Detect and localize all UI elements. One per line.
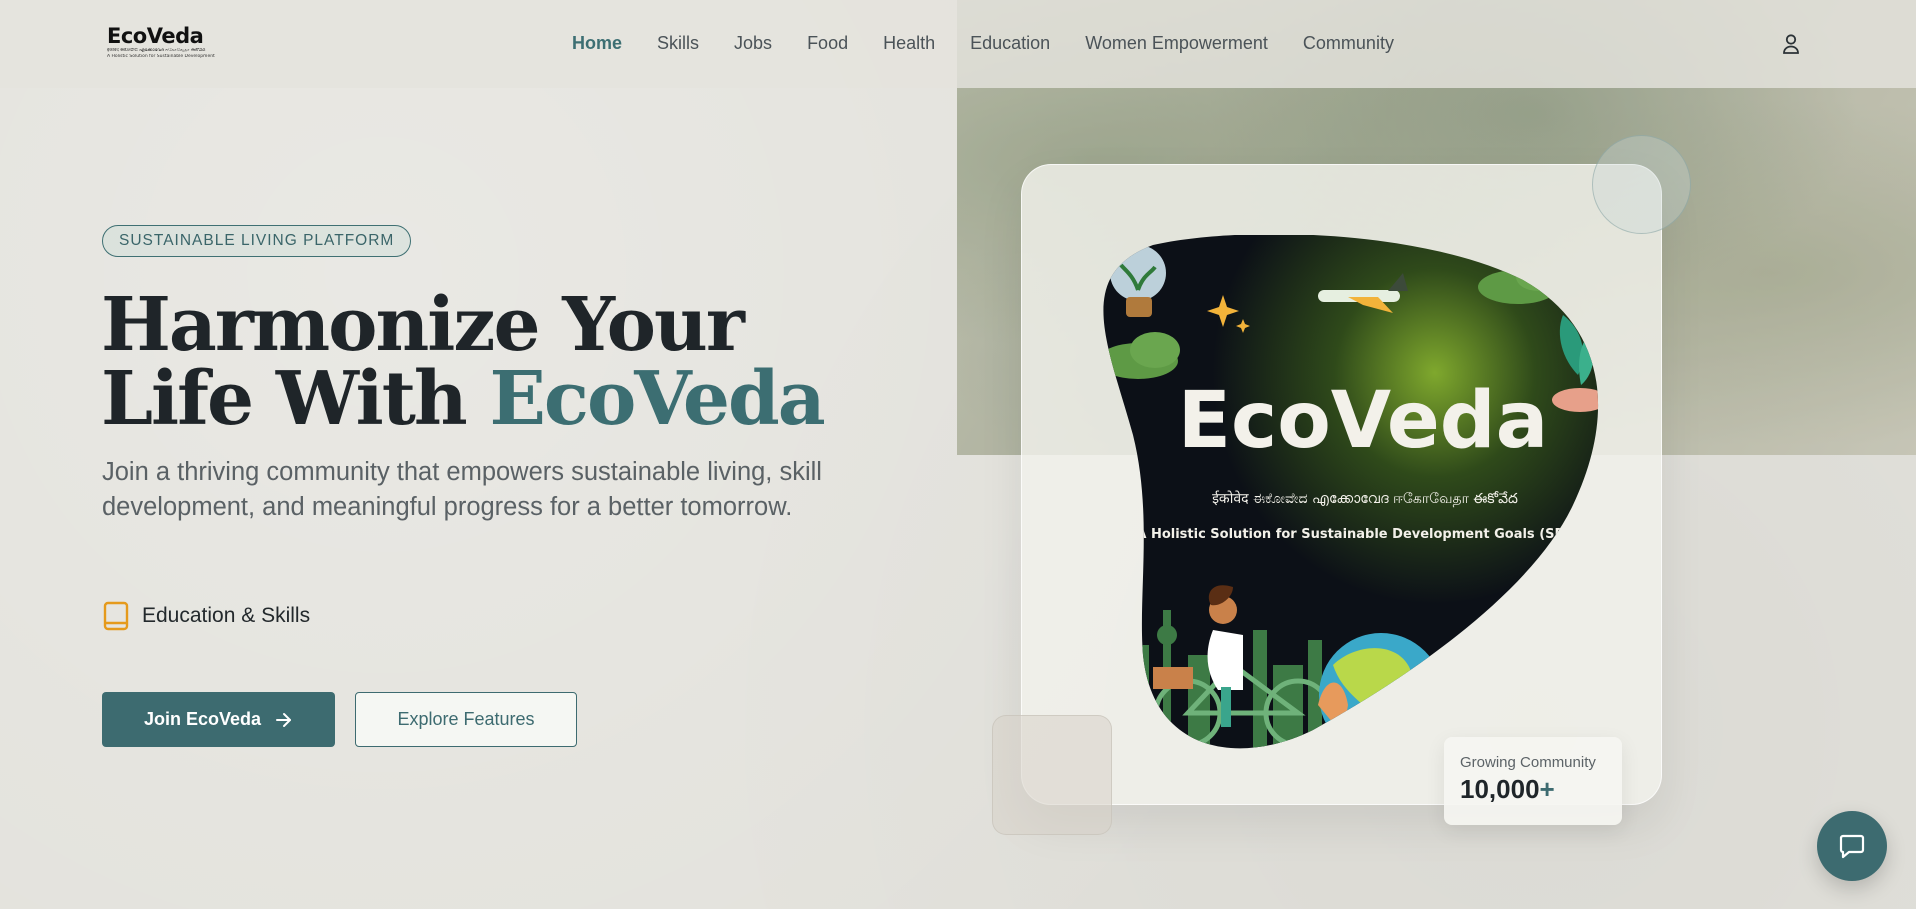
main-nav: Home Skills Jobs Food Health Education W…: [572, 33, 1394, 54]
hero-title-accent: EcoVeda: [489, 356, 825, 442]
image-scripts: ईकोवेद ಈಕೋವೇದ എക്കോവേദ ஈகோவேதா ఈకోవేద: [1212, 490, 1518, 507]
stat-label: Growing Community: [1460, 754, 1596, 771]
hero-title-line2: Life With: [101, 356, 490, 442]
nav-health[interactable]: Health: [883, 33, 935, 54]
nav-jobs[interactable]: Jobs: [734, 33, 772, 54]
chat-icon: [1839, 834, 1865, 859]
decorative-circle: [1592, 135, 1691, 234]
site-header: EcoVeda ईकोवेद ಈಕೋವೇದ എക്കോവേദ ஈகோவேதா ఈ…: [0, 0, 1916, 88]
ecoveda-hero-image: EcoVeda ईकोवेद ಈಕೋವೇದ എക്കോവേദ ஈகோவேதா ఈ…: [1103, 235, 1599, 749]
community-stat-card: Growing Community 10,000+: [1444, 737, 1622, 825]
join-button-label: Join EcoVeda: [143, 709, 262, 729]
nav-home[interactable]: Home: [572, 33, 622, 54]
nav-skills[interactable]: Skills: [657, 33, 699, 54]
stat-value: 10,000+: [1460, 774, 1606, 805]
logo[interactable]: EcoVeda ईकोवेद ಈಕೋವೇದ എക്കോവേദ ஈகோவேதா ఈ…: [107, 24, 215, 64]
arrow-right-icon: [276, 712, 292, 727]
stat-suffix: +: [1539, 774, 1555, 804]
nav-women-empowerment[interactable]: Women Empowerment: [1085, 33, 1268, 54]
chat-button[interactable]: [1817, 811, 1887, 881]
hero-badge: SUSTAINABLE LIVING PLATFORM: [102, 225, 412, 257]
feature-label: Education & Skills: [142, 604, 311, 627]
feature-item: Education & Skills: [103, 601, 310, 631]
user-icon[interactable]: [1781, 33, 1801, 55]
logo-tagline: A Holistic Solution for Sustainable Deve…: [107, 54, 215, 59]
book-icon: [103, 601, 129, 631]
hero-lead: Join a thriving community that empowers …: [102, 458, 822, 521]
join-button[interactable]: Join EcoVeda: [102, 692, 335, 747]
stat-number: 10,000: [1460, 774, 1540, 804]
explore-features-button[interactable]: Explore Features: [355, 692, 577, 747]
nav-education[interactable]: Education: [970, 33, 1050, 54]
hero-title: Harmonize Your Life With EcoVeda: [101, 288, 861, 436]
explore-button-label: Explore Features: [397, 709, 535, 729]
image-title: EcoVeda: [1178, 376, 1549, 466]
image-tagline: A Holistic Solution for Sustainable Deve…: [1136, 527, 1589, 542]
logo-title: EcoVeda: [107, 24, 204, 48]
nav-food[interactable]: Food: [807, 33, 848, 54]
nav-community[interactable]: Community: [1303, 33, 1394, 54]
